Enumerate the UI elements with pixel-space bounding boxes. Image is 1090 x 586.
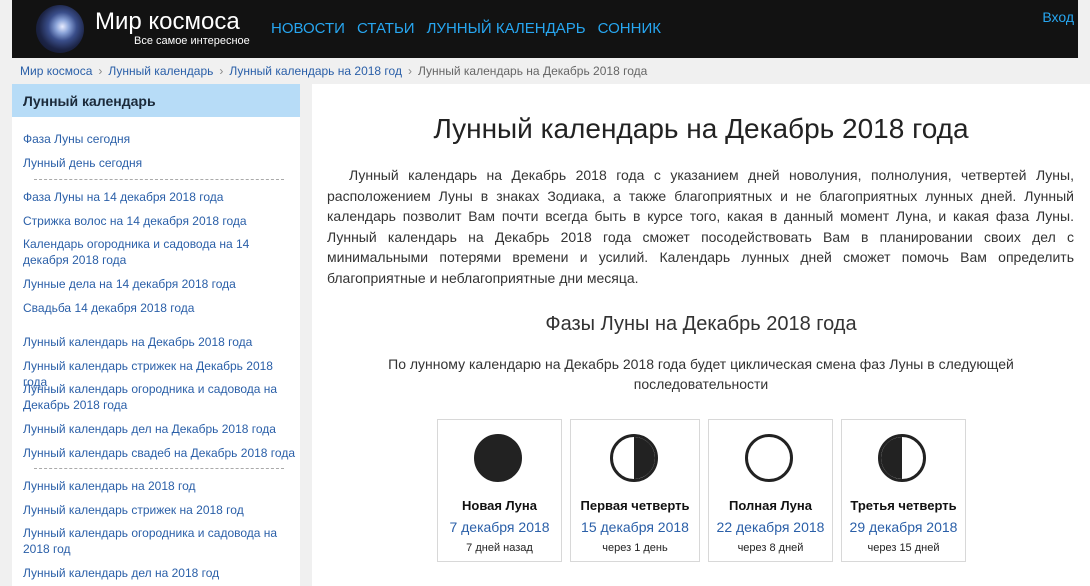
site-header: Мир космоса Все самое интересное НОВОСТИ… [12, 0, 1078, 58]
site-logo[interactable] [36, 5, 84, 53]
phase-relative-time: через 8 дней [737, 542, 804, 554]
sidebar-title: Лунный календарь [12, 84, 300, 117]
breadcrumb-lunar-calendar[interactable]: Лунный календарь [108, 64, 213, 78]
sidebar-divider [34, 179, 284, 180]
nav-dream-book[interactable]: СОННИК [598, 20, 661, 37]
phase-date-link[interactable]: 7 декабря 2018 [438, 519, 561, 535]
phases-heading: Фазы Луны на Декабрь 2018 года [545, 313, 857, 335]
breadcrumb-year-2018[interactable]: Лунный календарь на 2018 год [229, 64, 402, 78]
breadcrumb-separator: › [219, 64, 224, 78]
phase-date-link[interactable]: 29 декабря 2018 [842, 519, 965, 535]
sidebar-link[interactable]: Лунный день сегодня [23, 155, 295, 171]
nav-lunar-calendar[interactable]: ЛУННЫЙ КАЛЕНДАРЬ [427, 20, 586, 37]
last-quarter-moon-icon [878, 434, 926, 482]
sidebar: Лунный календарь Фаза Луны сегодня Лунны… [12, 84, 300, 586]
sidebar-link[interactable]: Фаза Луны на 14 декабря 2018 года [23, 189, 295, 205]
sidebar-link[interactable]: Лунный календарь огородника и садовода н… [23, 525, 295, 557]
first-quarter-moon-icon [610, 434, 658, 482]
sidebar-link[interactable]: Календарь огородника и садовода на 14 де… [23, 236, 295, 268]
phase-relative-time: через 1 день [602, 542, 668, 554]
phase-name: Первая четверть [580, 498, 690, 513]
breadcrumb: Мир космоса › Лунный календарь › Лунный кале… [20, 64, 647, 78]
full-moon-icon [745, 434, 793, 482]
phase-card-full-moon: Полная Луна 22 декабря 2018 через 8 дней [708, 419, 833, 562]
phase-date-link[interactable]: 15 декабря 2018 [571, 519, 699, 535]
sidebar-divider [34, 468, 284, 469]
page-title: Лунный календарь на Декабрь 2018 года [433, 113, 969, 144]
sidebar-link[interactable]: Лунные дела на 14 декабря 2018 года [23, 276, 295, 292]
new-moon-icon [474, 434, 522, 482]
sidebar-link[interactable]: Свадьба 14 декабря 2018 года [23, 300, 295, 316]
phase-card-last-quarter: Третья четверть 29 декабря 2018 через 15… [841, 419, 966, 562]
breadcrumb-separator: › [98, 64, 103, 78]
sidebar-link[interactable]: Лунный календарь дел на Декабрь 2018 год… [23, 421, 295, 437]
sidebar-link[interactable]: Лунный календарь на Декабрь 2018 года [23, 334, 295, 350]
nav-news[interactable]: НОВОСТИ [271, 20, 345, 37]
phase-name: Новая Луна [461, 498, 537, 513]
breadcrumb-separator: › [407, 64, 412, 78]
sidebar-link[interactable]: Лунный календарь стрижек на 2018 год [23, 502, 295, 518]
phase-name: Третья четверть [850, 498, 957, 513]
sidebar-link[interactable]: Стрижка волос на 14 декабря 2018 года [23, 213, 295, 229]
site-title[interactable]: Мир космоса [95, 8, 240, 36]
site-subtitle: Все самое интересное [134, 35, 250, 47]
phase-card-new-moon: Новая Луна 7 декабря 2018 7 дней назад [437, 419, 562, 562]
phase-date-link[interactable]: 22 декабря 2018 [709, 519, 832, 535]
nav-articles[interactable]: СТАТЬИ [357, 20, 415, 37]
phase-card-first-quarter: Первая четверть 15 декабря 2018 через 1 … [570, 419, 700, 562]
breadcrumb-home[interactable]: Мир космоса [20, 64, 92, 78]
phase-relative-time: через 15 дней [867, 542, 940, 554]
sidebar-link[interactable]: Лунный календарь на 2018 год [23, 478, 295, 494]
intro-paragraph: Лунный календарь на Декабрь 2018 года с … [327, 167, 1074, 286]
phase-name: Полная Луна [729, 498, 812, 513]
main-content: Лунный календарь на Декабрь 2018 года Лу… [312, 84, 1090, 586]
phase-relative-time: 7 дней назад [466, 542, 533, 554]
login-link[interactable]: Вход [1042, 9, 1074, 25]
breadcrumb-current: Лунный календарь на Декабрь 2018 года [417, 64, 648, 78]
phases-description: По лунному календарю на Декабрь 2018 год… [388, 356, 1014, 392]
main-nav: НОВОСТИ СТАТЬИ ЛУННЫЙ КАЛЕНДАРЬ СОННИК [271, 20, 661, 37]
sidebar-link[interactable]: Фаза Луны сегодня [23, 131, 295, 147]
sidebar-link[interactable]: Лунный календарь огородника и садовода н… [23, 381, 295, 413]
sidebar-link[interactable]: Лунный календарь свадеб на Декабрь 2018 … [23, 445, 295, 461]
sidebar-link[interactable]: Лунный календарь дел на 2018 год [23, 565, 295, 581]
